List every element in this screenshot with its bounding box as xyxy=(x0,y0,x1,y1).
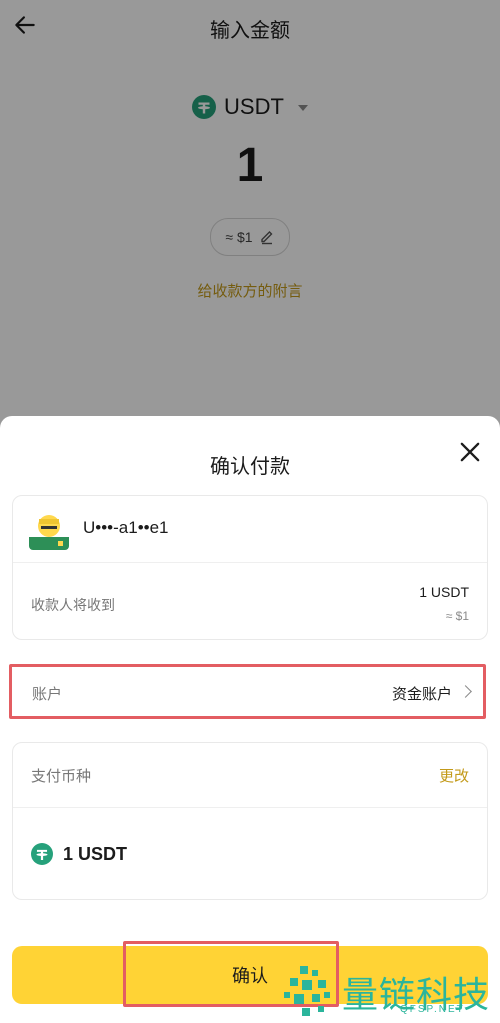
currency-amount: 1 USDT xyxy=(63,843,128,864)
currency-amount-row: 1 USDT xyxy=(31,843,127,865)
payee-card: U•••-a1••e1 收款人将收到 1 USDT ≈ $1 xyxy=(12,495,488,640)
payee-header: U•••-a1••e1 xyxy=(13,496,487,563)
sheet-title: 确认付款 xyxy=(210,456,290,478)
close-icon[interactable] xyxy=(456,438,484,466)
receive-label: 收款人将收到 xyxy=(31,597,115,613)
watermark: 量链科技 QFSP.NET xyxy=(280,960,500,1023)
payment-currency-card: 支付币种 更改 1 USDT xyxy=(12,742,488,900)
receive-amount: 1 USDT xyxy=(419,584,469,600)
annotation-highlight-account xyxy=(9,664,486,719)
currency-header: 支付币种 更改 xyxy=(13,743,487,808)
confirm-payment-sheet: 确认付款 U•••-a1••e1 收款人将收到 1 USDT ≈ $1 账户 资… xyxy=(0,416,500,1023)
watermark-logo-icon xyxy=(284,966,330,1016)
receive-usd-approx: ≈ $1 xyxy=(445,609,469,623)
payee-name: U•••-a1••e1 xyxy=(83,518,169,537)
change-currency-link[interactable]: 更改 xyxy=(439,765,469,786)
watermark-subtext: QFSP.NET xyxy=(400,1004,465,1015)
avatar xyxy=(29,510,69,550)
usdt-icon xyxy=(31,843,53,865)
currency-label: 支付币种 xyxy=(31,768,92,785)
